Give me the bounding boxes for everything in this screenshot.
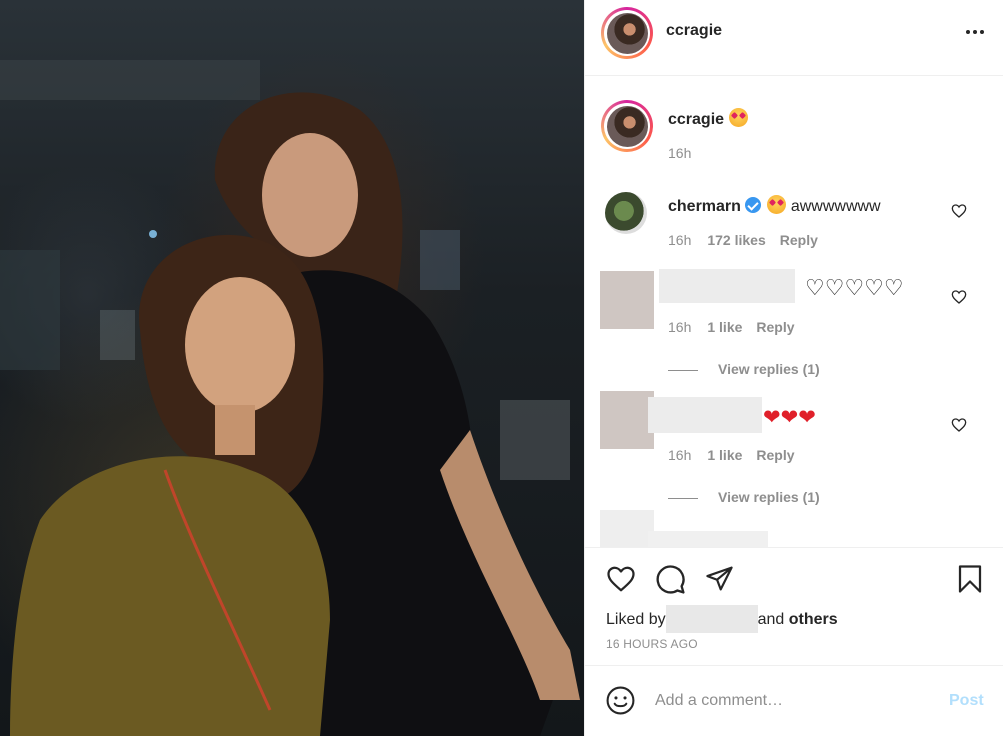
- comment-meta: 16h 172 likes Reply: [668, 232, 818, 248]
- caption-text: ccragie: [668, 108, 748, 129]
- post-side-panel: ccragie ccragie 16h chermarn awwwwwww 16…: [584, 0, 1003, 736]
- hidden-username: [648, 531, 768, 547]
- post-comment-button[interactable]: Post: [949, 692, 984, 710]
- comment-text: ♡♡♡♡♡: [805, 277, 904, 299]
- hidden-username: [659, 269, 795, 303]
- reply-button[interactable]: Reply: [756, 319, 794, 335]
- author-username[interactable]: ccragie: [666, 22, 722, 40]
- comment-avatar[interactable]: [605, 192, 647, 234]
- post-header: ccragie: [585, 0, 1003, 76]
- comment-input[interactable]: [655, 688, 935, 714]
- comment-time[interactable]: 16h: [668, 319, 691, 335]
- comment-meta: 16h 1 like Reply: [668, 447, 795, 463]
- comment-likes[interactable]: 172 likes: [707, 232, 765, 248]
- verified-badge-icon: [744, 197, 761, 213]
- like-comment-heart-icon[interactable]: [951, 417, 967, 433]
- comment-time[interactable]: 16h: [668, 232, 691, 248]
- comment-body: ♡♡♡♡♡: [805, 275, 904, 300]
- share-send-icon[interactable]: [704, 564, 735, 593]
- liked-by-suffix: and: [757, 611, 785, 628]
- comment-text: ❤❤❤: [763, 407, 816, 428]
- add-comment-bar: Post: [585, 665, 1003, 736]
- like-comment-heart-icon[interactable]: [951, 289, 967, 305]
- star-struck-emoji-icon: [767, 195, 787, 214]
- comment-icon[interactable]: [655, 564, 686, 595]
- post-timestamp[interactable]: 16 HOURS AGO: [606, 637, 698, 651]
- author-avatar[interactable]: [601, 7, 653, 59]
- reply-button[interactable]: Reply: [780, 232, 818, 248]
- star-struck-emoji-icon: [728, 108, 748, 127]
- comment-meta: 16h 1 like Reply: [668, 319, 795, 335]
- view-replies-button[interactable]: View replies (1): [668, 489, 820, 505]
- comment-likes[interactable]: 1 like: [707, 319, 742, 335]
- post-actions: Liked by and others 16 HOURS AGO: [585, 547, 1003, 665]
- like-heart-icon[interactable]: [605, 564, 637, 594]
- comment-likes[interactable]: 1 like: [707, 447, 742, 463]
- hidden-username: [648, 397, 762, 433]
- comment-time[interactable]: 16h: [668, 447, 691, 463]
- more-options-icon[interactable]: [963, 20, 987, 44]
- caption-username[interactable]: ccragie: [668, 111, 724, 128]
- caption-time[interactable]: 16h: [668, 145, 691, 161]
- emoji-picker-icon[interactable]: [605, 685, 636, 716]
- comment-text: chermarn awwwwwww: [668, 195, 881, 216]
- photo-illustration: [0, 60, 580, 736]
- comment-avatar[interactable]: [600, 510, 654, 547]
- view-replies-button[interactable]: View replies (1): [668, 361, 820, 377]
- liked-by-text: Liked by and others: [606, 605, 838, 633]
- comments-list[interactable]: ccragie 16h chermarn awwwwwww 16h 172 lik…: [585, 77, 1003, 547]
- comment-body: ❤❤❤: [763, 406, 816, 429]
- others-link[interactable]: others: [789, 611, 838, 628]
- caption-avatar[interactable]: [601, 100, 653, 152]
- comment-body: awwwwwww: [790, 198, 881, 215]
- comment-avatar[interactable]: [600, 271, 654, 329]
- comment-avatar[interactable]: [600, 391, 654, 449]
- save-bookmark-icon[interactable]: [955, 563, 985, 595]
- like-comment-heart-icon[interactable]: [951, 203, 967, 219]
- hidden-liker-name[interactable]: [665, 605, 758, 633]
- liked-by-prefix: Liked by: [606, 611, 666, 628]
- reply-button[interactable]: Reply: [756, 447, 794, 463]
- post-photo[interactable]: [0, 0, 584, 736]
- comment-username[interactable]: chermarn: [668, 198, 741, 215]
